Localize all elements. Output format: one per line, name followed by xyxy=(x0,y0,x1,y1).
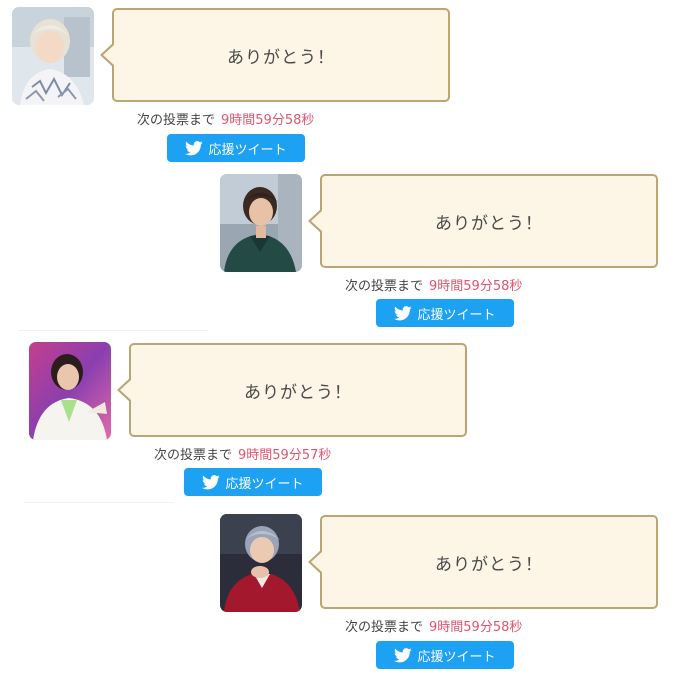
tweet-button-label: 応援ツイート xyxy=(225,476,304,492)
countdown-label: 次の投票まで xyxy=(137,113,216,128)
avatar xyxy=(220,514,302,612)
countdown: 次の投票まで 9時間59分58秒 xyxy=(345,275,522,294)
twitter-bird-icon xyxy=(202,474,221,489)
message-text: ありがとう！ xyxy=(227,47,335,68)
countdown: 次の投票まで 9時間59分57秒 xyxy=(154,444,331,463)
message-text: ありがとう！ xyxy=(244,382,352,403)
twitter-bird-icon xyxy=(394,305,413,320)
person-photo-icon xyxy=(220,514,302,612)
countdown-time: 9時間59分58秒 xyxy=(429,620,523,635)
message-bubble: ありがとう！ xyxy=(308,515,658,609)
countdown-label: 次の投票まで xyxy=(345,620,424,635)
support-tweet-button[interactable]: 応援ツイート xyxy=(376,641,514,669)
message-bubble: ありがとう！ xyxy=(308,174,658,268)
twitter-bird-icon xyxy=(394,647,413,662)
message-text: ありがとう！ xyxy=(435,213,543,234)
twitter-bird-icon xyxy=(185,140,204,155)
countdown: 次の投票まで 9時間59分58秒 xyxy=(137,109,314,128)
avatar xyxy=(29,342,111,440)
message-bubble: ありがとう！ xyxy=(100,8,450,102)
message-bubble: ありがとう！ xyxy=(117,343,467,437)
countdown-time: 9時間59分58秒 xyxy=(429,279,523,294)
countdown-label: 次の投票まで xyxy=(154,448,233,463)
person-photo-icon xyxy=(220,174,302,272)
support-tweet-button[interactable]: 応援ツイート xyxy=(376,299,514,327)
message-text: ありがとう！ xyxy=(435,554,543,575)
tweet-button-label: 応援ツイート xyxy=(208,142,287,158)
person-photo-icon xyxy=(12,7,94,105)
countdown-time: 9時間59分58秒 xyxy=(221,113,315,128)
tweet-button-label: 応援ツイート xyxy=(417,649,496,665)
avatar xyxy=(12,7,94,105)
avatar xyxy=(220,174,302,272)
countdown: 次の投票まで 9時間59分58秒 xyxy=(345,616,522,635)
countdown-time: 9時間59分57秒 xyxy=(238,448,332,463)
person-photo-icon xyxy=(29,342,111,440)
tweet-button-label: 応援ツイート xyxy=(417,307,496,323)
support-tweet-button[interactable]: 応援ツイート xyxy=(184,468,322,496)
support-tweet-button[interactable]: 応援ツイート xyxy=(167,134,305,162)
countdown-label: 次の投票まで xyxy=(345,279,424,294)
divider xyxy=(24,502,174,503)
divider xyxy=(18,330,208,331)
